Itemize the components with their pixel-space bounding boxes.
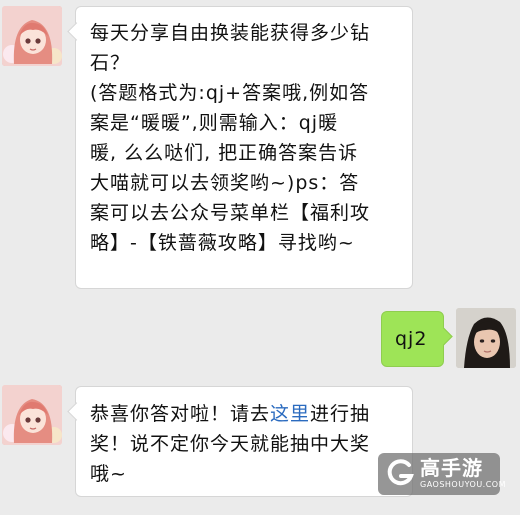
message-line: 恭喜你答对啦！请去这里进行抽 [90,399,400,429]
message-line: 案是“暖暖”,则需输入：qj暖 [90,112,339,134]
user-avatar[interactable] [456,308,516,368]
watermark-brand: 高手游 [420,456,483,480]
message-line: 哦~ [90,463,127,485]
message-line: 略】-【铁蔷薇攻略】寻找哟~ [90,232,355,254]
message-line: 奖！说不定你今天就能抽中大奖 [90,433,371,455]
message-text: 恭喜你答对啦！请去 [90,403,271,425]
anime-girl-avatar-icon [2,385,62,445]
message-line: 暖, 么么哒们, 把正确答案告诉 [90,142,359,164]
message-text: qj2 [395,328,428,350]
bot-avatar[interactable] [2,385,62,445]
message-line: (答题格式为:qj+答案哦,例如答 [90,82,370,104]
user-photo-icon [456,308,516,368]
message-line: 大喵就可以去领奖哟~)ps：答 [90,172,360,194]
gaoshouyou-watermark: 高手游 GAOSHOUYOU.COM [378,453,506,495]
anime-girl-avatar-icon [2,6,62,66]
message-line: 石？ [90,52,131,74]
bot-avatar[interactable] [2,6,62,66]
message-line: 每天分享自由换装能获得多少钻 [90,22,371,44]
message-text: 进行抽 [310,403,371,425]
message-line: 案可以去公众号菜单栏【福利攻 [90,202,371,224]
message-bubble-answer[interactable]: qj2 [381,311,444,367]
message-bubble-question[interactable]: 每天分享自由换装能获得多少钻 石？ (答题格式为:qj+答案哦,例如答 案是“暖… [75,6,413,289]
here-link[interactable]: 这里 [270,403,310,425]
watermark-url: GAOSHOUYOU.COM [420,480,507,489]
message-bubble-congrats[interactable]: 恭喜你答对啦！请去这里进行抽 奖！说不定你今天就能抽中大奖 哦~ [75,386,413,497]
gaoshouyou-logo-icon [387,459,414,486]
